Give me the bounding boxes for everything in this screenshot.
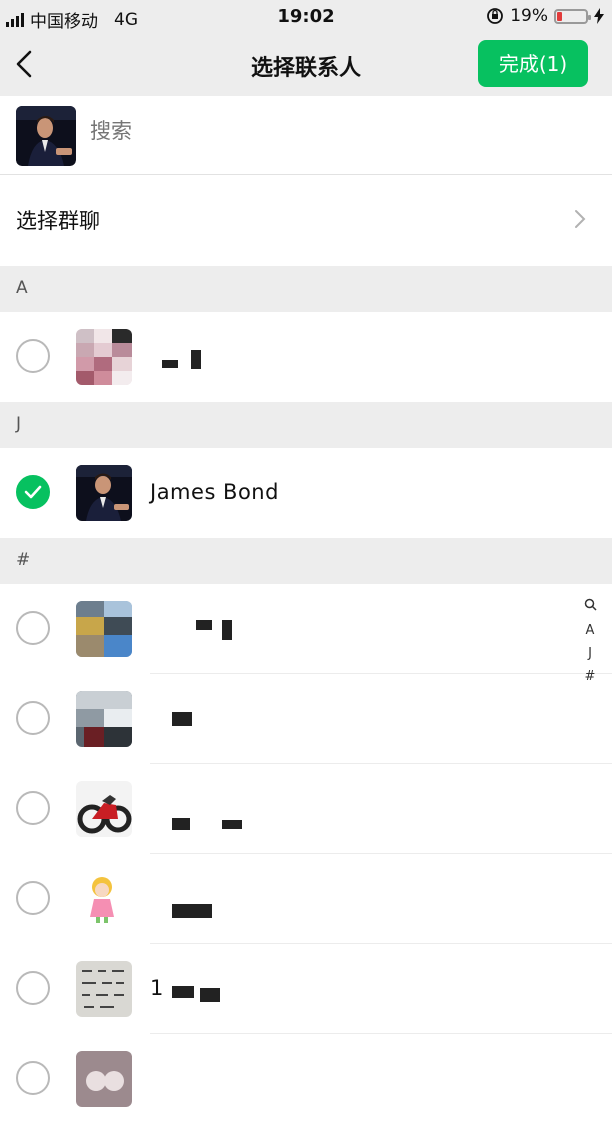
- section-header-j: J: [0, 402, 612, 448]
- section-letter: #: [16, 550, 31, 570]
- select-radio[interactable]: [16, 791, 50, 825]
- nav-bar: 选择联系人 完成(1): [0, 34, 612, 96]
- select-radio[interactable]: [16, 1061, 50, 1095]
- contact-row[interactable]: [0, 764, 612, 854]
- contact-row[interactable]: James Bond: [0, 448, 612, 538]
- contact-avatar: [76, 961, 132, 1017]
- orientation-lock-icon: [487, 8, 504, 24]
- contact-row[interactable]: [0, 674, 612, 764]
- contact-avatar: [76, 601, 132, 657]
- select-radio[interactable]: [16, 971, 50, 1005]
- select-radio-checked[interactable]: [16, 475, 50, 509]
- contact-avatar: [76, 329, 132, 385]
- search-input[interactable]: [88, 118, 492, 144]
- index-letter[interactable]: #: [578, 665, 602, 688]
- status-bar: 中国移动 4G 19:02 19%: [0, 0, 612, 34]
- select-radio[interactable]: [16, 611, 50, 645]
- chevron-right-icon: [575, 210, 586, 228]
- contact-row[interactable]: 1: [0, 944, 612, 1034]
- done-button[interactable]: 完成(1): [478, 40, 588, 87]
- selected-contact-avatar[interactable]: [16, 106, 76, 166]
- contact-avatar: [76, 871, 132, 927]
- contact-row[interactable]: [0, 312, 612, 402]
- contact-avatar: [76, 781, 132, 837]
- select-radio[interactable]: [16, 701, 50, 735]
- index-search-icon[interactable]: [578, 596, 602, 619]
- contact-name: James Bond: [150, 480, 279, 504]
- contact-avatar: [76, 465, 132, 521]
- contact-row[interactable]: [0, 1034, 612, 1124]
- select-radio[interactable]: [16, 339, 50, 373]
- index-letter[interactable]: J: [578, 642, 602, 665]
- contact-name: 1: [150, 976, 164, 1000]
- contact-avatar: [76, 1051, 132, 1107]
- contact-avatar: [76, 691, 132, 747]
- charging-icon: [594, 8, 604, 24]
- contact-row[interactable]: [0, 584, 612, 674]
- battery-percent: 19%: [510, 6, 548, 26]
- battery-icon: [554, 8, 591, 24]
- contact-row[interactable]: [0, 854, 612, 944]
- status-right: 19%: [486, 6, 604, 26]
- select-radio[interactable]: [16, 881, 50, 915]
- search-bar: [0, 96, 612, 175]
- section-letter: J: [16, 414, 22, 434]
- index-bar[interactable]: A J #: [578, 596, 602, 688]
- section-header-hash: #: [0, 538, 612, 584]
- section-header-a: A: [0, 266, 612, 312]
- select-group-chat-row[interactable]: 选择群聊: [0, 175, 612, 264]
- index-letter[interactable]: A: [578, 619, 602, 642]
- select-group-chat-label: 选择群聊: [16, 209, 100, 233]
- checkmark-icon: [24, 485, 42, 499]
- section-letter: A: [16, 278, 28, 298]
